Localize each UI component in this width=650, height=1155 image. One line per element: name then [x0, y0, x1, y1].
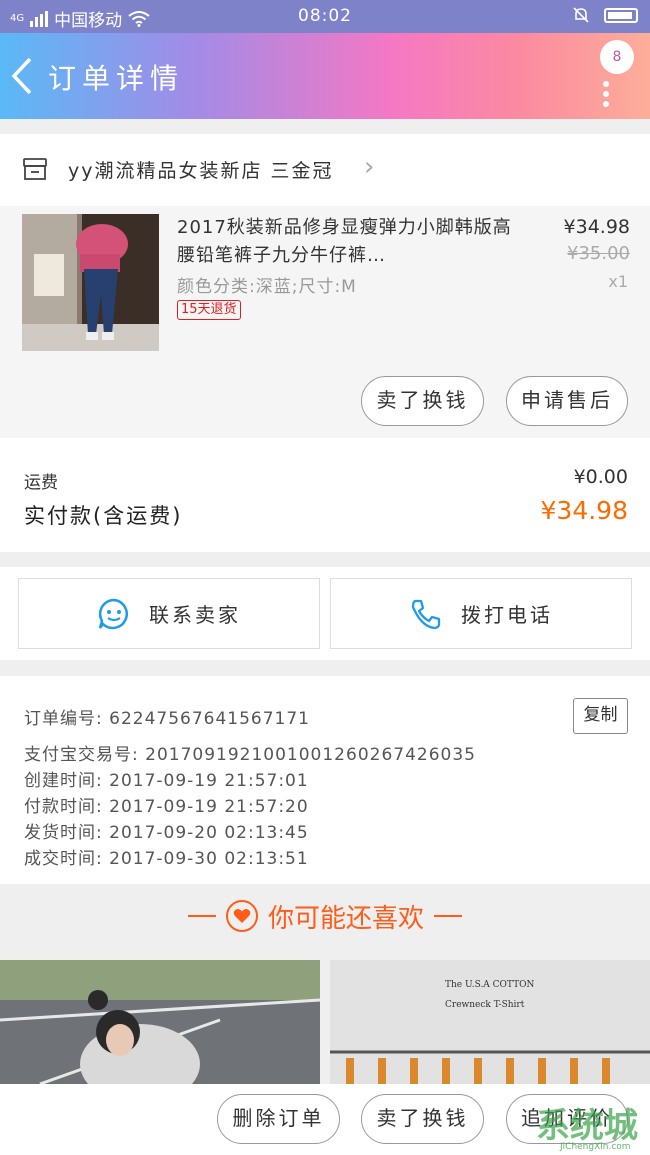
shipping-label: 运费	[24, 473, 58, 493]
contact-section: 联系卖家 拨打电话	[0, 567, 650, 660]
dot-icon	[603, 101, 609, 107]
created-time: 创建时间: 2017-09-19 21:57:01	[24, 771, 309, 791]
recommend-item-image[interactable]	[0, 960, 320, 1084]
after-sales-button[interactable]: 申请售后	[506, 376, 628, 426]
fee-summary: 运费 ¥0.00 实付款(含运费) ¥34.98	[0, 438, 650, 552]
shop-row[interactable]: yy潮流精品女装新店 三金冠 ›	[0, 134, 650, 206]
paid-label: 实付款(含运费)	[24, 504, 183, 528]
copy-button[interactable]: 复制	[573, 698, 628, 734]
product-original-price: ¥35.00	[567, 243, 630, 264]
product-price: ¥34.98	[563, 216, 630, 238]
mute-bell-icon	[573, 7, 589, 23]
product-image	[22, 214, 159, 351]
return-policy-badge: 15天退货	[177, 300, 241, 320]
completed-time: 成交时间: 2017-09-30 02:13:51	[24, 849, 309, 869]
watermark-logo: 系统城	[536, 1106, 638, 1146]
recommend-heading: 你可能还喜欢	[0, 884, 650, 948]
back-button[interactable]	[8, 53, 44, 99]
watermark-url: JiChengXin.com	[560, 1142, 631, 1152]
dot-icon	[603, 81, 609, 87]
clock: 08:02	[298, 6, 352, 26]
shop-name: yy潮流精品女装新店 三金冠	[68, 160, 334, 182]
call-label: 拨打电话	[461, 603, 553, 627]
nav-header: 订单详情 8	[0, 33, 650, 119]
paid-time: 付款时间: 2017-09-19 21:57:20	[24, 797, 309, 817]
phone-icon	[411, 599, 441, 629]
battery-icon	[604, 7, 638, 23]
chat-icon	[98, 598, 128, 629]
chevron-right-icon: ›	[364, 152, 375, 182]
paid-value: ¥34.98	[540, 496, 628, 525]
more-menu-button[interactable]	[602, 81, 610, 107]
page-title: 订单详情	[48, 62, 185, 95]
message-badge[interactable]: 8	[600, 40, 634, 74]
order-item[interactable]: 2017秋装新品修身显瘦弹力小脚韩版高腰铅笔裤子九分牛仔裤… 颜色分类:深蓝;尺…	[0, 206, 650, 438]
divider-right	[434, 915, 462, 917]
order-info: 订单编号: 62247567641567171 复制 支付宝交易号: 20170…	[0, 676, 650, 884]
call-button[interactable]: 拨打电话	[330, 578, 632, 649]
photo-caption-line: The U.S.A COTTON	[445, 980, 535, 990]
product-quantity: x1	[608, 272, 628, 291]
sell-button[interactable]: 卖了换钱	[361, 376, 484, 426]
delete-order-button[interactable]: 删除订单	[217, 1094, 340, 1144]
recommend-item-image[interactable]: The U.S.A COTTON Crewneck T-Shirt	[330, 960, 650, 1084]
contact-seller-label: 联系卖家	[149, 603, 241, 627]
contact-seller-button[interactable]: 联系卖家	[18, 578, 320, 649]
status-bar: 4G 中国移动 08:02	[0, 0, 650, 33]
alipay-trade-number: 支付宝交易号: 2017091921001001260267426035	[24, 745, 476, 765]
product-title: 2017秋装新品修身显瘦弹力小脚韩版高腰铅笔裤子九分牛仔裤…	[177, 217, 512, 266]
order-number: 订单编号: 62247567641567171	[24, 709, 311, 729]
sell-button-bottom[interactable]: 卖了换钱	[361, 1094, 484, 1144]
divider-left	[187, 915, 216, 917]
heart-icon	[225, 900, 258, 932]
back-arrow-icon	[11, 57, 32, 95]
product-sku: 颜色分类:深蓝;尺寸:M	[177, 277, 357, 297]
shipped-time: 发货时间: 2017-09-20 02:13:45	[24, 823, 309, 843]
photo-caption-line: Crewneck T-Shirt	[445, 1000, 525, 1010]
shipping-value: ¥0.00	[573, 466, 628, 488]
shop-icon	[23, 158, 47, 180]
dot-icon	[603, 91, 609, 97]
recommend-title: 你可能还喜欢	[267, 903, 424, 934]
